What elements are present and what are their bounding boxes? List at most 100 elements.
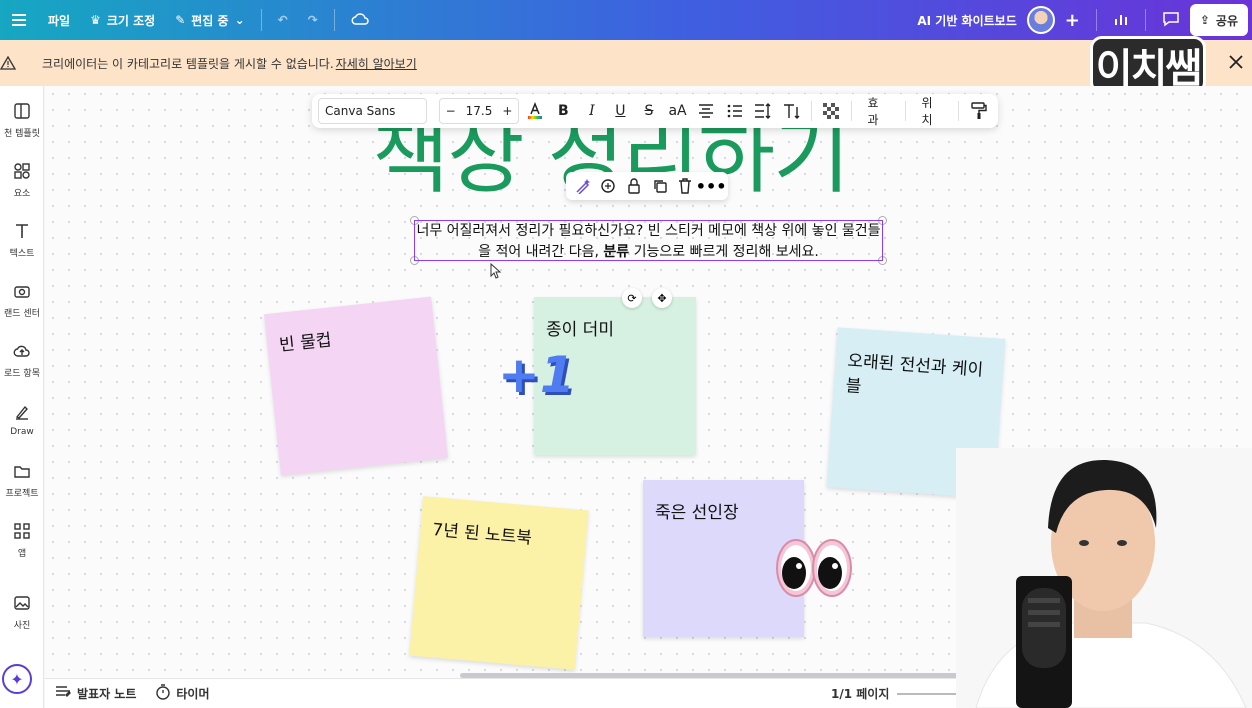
sticky-note-yellow[interactable]: 7년 된 노트북: [409, 496, 589, 670]
cloud-save-button[interactable]: [341, 0, 379, 40]
apps-icon: [14, 522, 30, 539]
sidebar-item-label: 요소: [13, 188, 31, 199]
sidebar-item-label: 앱: [17, 548, 27, 559]
page-indicator[interactable]: 1/1 페이지: [821, 685, 899, 702]
format-painter-button[interactable]: [965, 97, 992, 125]
italic-button[interactable]: I: [579, 97, 606, 125]
hamburger-icon: [10, 11, 28, 29]
cloud-icon: [351, 12, 369, 29]
plus-icon: +: [1064, 9, 1080, 31]
resize-label: 크기 조정: [106, 13, 156, 28]
note-text: 오래된 전선과 케이블: [845, 351, 984, 398]
move-icon[interactable]: ✥: [652, 288, 672, 308]
text-format-toolbar: Canva Sans − 17.5 + B I U S aA 효과 위치: [312, 94, 998, 128]
comments-button[interactable]: [1152, 0, 1190, 40]
underline-button[interactable]: U: [607, 97, 634, 125]
pencil-icon: ✎: [175, 13, 186, 27]
googly-eyes-sticker[interactable]: [776, 536, 856, 598]
font-size-value[interactable]: 17.5: [466, 104, 493, 118]
crown-icon: ♛: [90, 13, 101, 27]
spacing-button[interactable]: [750, 97, 777, 125]
magic-edit-icon[interactable]: [574, 177, 592, 195]
mouse-cursor: [490, 262, 502, 283]
timer-button[interactable]: 타이머: [146, 684, 219, 703]
case-button[interactable]: aA: [664, 97, 691, 125]
effects-button[interactable]: 효과: [858, 94, 899, 128]
font-family-select[interactable]: Canva Sans: [318, 98, 427, 124]
webcam-overlay: [956, 448, 1252, 708]
instruction-textbox[interactable]: 너무 어질러져서 정리가 필요하신가요? 빈 스티커 메모에 책상 위에 놓인 …: [414, 220, 883, 261]
text-color-button[interactable]: [521, 97, 548, 125]
align-center-icon: [699, 104, 714, 118]
doc-title[interactable]: AI 기반 화이트보드: [907, 0, 1026, 40]
sidebar-item-label: 사진: [13, 620, 31, 631]
align-center-button[interactable]: [693, 97, 720, 125]
zoom-slider[interactable]: [897, 693, 957, 695]
presenter-notes-button[interactable]: 발표자 노트: [45, 685, 146, 702]
divider: [1144, 9, 1146, 31]
sidebar-item-draw[interactable]: Draw: [0, 394, 44, 446]
position-button[interactable]: 위치: [911, 94, 952, 128]
learn-more-link[interactable]: 자세히 알아보기: [336, 55, 417, 72]
text-color-icon: [527, 102, 542, 119]
photo-icon: [14, 595, 30, 610]
menu-button[interactable]: [0, 0, 38, 40]
sidebar-item-templates[interactable]: 천 템플릿: [0, 94, 44, 146]
sidebar-item-label: 프로젝트: [5, 488, 39, 499]
divider: [850, 101, 852, 121]
sidebar-item-photos[interactable]: 사진: [0, 586, 44, 638]
trash-icon[interactable]: [676, 177, 694, 195]
timer-label: 타이머: [176, 687, 210, 701]
line-spacing-icon: [755, 103, 771, 119]
editing-label: 편집 중: [191, 13, 229, 28]
paint-roller-icon: [970, 102, 987, 119]
transparency-button[interactable]: [818, 97, 845, 125]
note-controls: ⟳ ✥: [622, 288, 672, 308]
duplicate-icon[interactable]: [651, 177, 669, 195]
divider: [904, 101, 906, 121]
sidebar-item-label: 텍스트: [9, 248, 35, 259]
timer-icon: [156, 684, 171, 703]
file-menu[interactable]: 파일: [38, 0, 80, 40]
more-icon[interactable]: •••: [696, 177, 727, 196]
sidebar-item-text[interactable]: 텍스트: [0, 214, 44, 266]
sidebar-item-apps[interactable]: 앱: [0, 514, 44, 566]
insights-button[interactable]: [1103, 0, 1139, 40]
redo-button[interactable]: ↷: [298, 0, 328, 40]
upload-icon: [13, 345, 30, 357]
sidebar-item-brand[interactable]: 랜드 센터: [0, 274, 44, 326]
sidebar-item-uploads[interactable]: 로드 항목: [0, 334, 44, 386]
font-size-control[interactable]: − 17.5 +: [438, 98, 520, 124]
note-text: 7년 된 노트북: [431, 520, 533, 549]
decrease-size-button[interactable]: −: [446, 104, 456, 118]
sticky-note-pink[interactable]: 빈 물컵: [263, 296, 449, 476]
sidebar-item-projects[interactable]: 프로젝트: [0, 454, 44, 506]
lock-icon[interactable]: [625, 177, 643, 195]
magic-button[interactable]: ✦: [2, 664, 32, 694]
increase-size-button[interactable]: +: [502, 104, 512, 118]
bold-button[interactable]: B: [550, 97, 577, 125]
sidebar-item-elements[interactable]: 요소: [0, 154, 44, 206]
editing-mode-dropdown[interactable]: ✎ 편집 중 ⌄: [165, 0, 254, 40]
divider: [260, 9, 262, 31]
close-icon: [1229, 55, 1243, 69]
bar-chart-icon: [1113, 11, 1129, 30]
upload-icon: ⇪: [1199, 13, 1210, 27]
rotate-icon[interactable]: ⟳: [622, 288, 642, 308]
resize-button[interactable]: ♛ 크기 조정: [80, 0, 165, 40]
add-collaborator-button[interactable]: +: [1055, 0, 1090, 40]
avatar[interactable]: [1026, 6, 1055, 34]
comment-add-icon[interactable]: [599, 177, 617, 195]
share-button[interactable]: ⇪ 공유: [1189, 4, 1248, 36]
vertical-text-button[interactable]: [779, 97, 806, 125]
comment-icon: [1162, 11, 1180, 30]
bullet-list-button[interactable]: [721, 97, 748, 125]
close-banner-button[interactable]: [1226, 52, 1246, 72]
strikethrough-button[interactable]: S: [636, 97, 663, 125]
undo-button[interactable]: ↶: [268, 0, 298, 40]
note-text: 빈 물컵: [278, 330, 333, 356]
element-toolbar: •••: [566, 172, 728, 200]
share-label: 공유: [1215, 13, 1238, 28]
plus-one-sticker[interactable]: +1: [498, 346, 575, 404]
text-size-icon: [783, 104, 800, 119]
